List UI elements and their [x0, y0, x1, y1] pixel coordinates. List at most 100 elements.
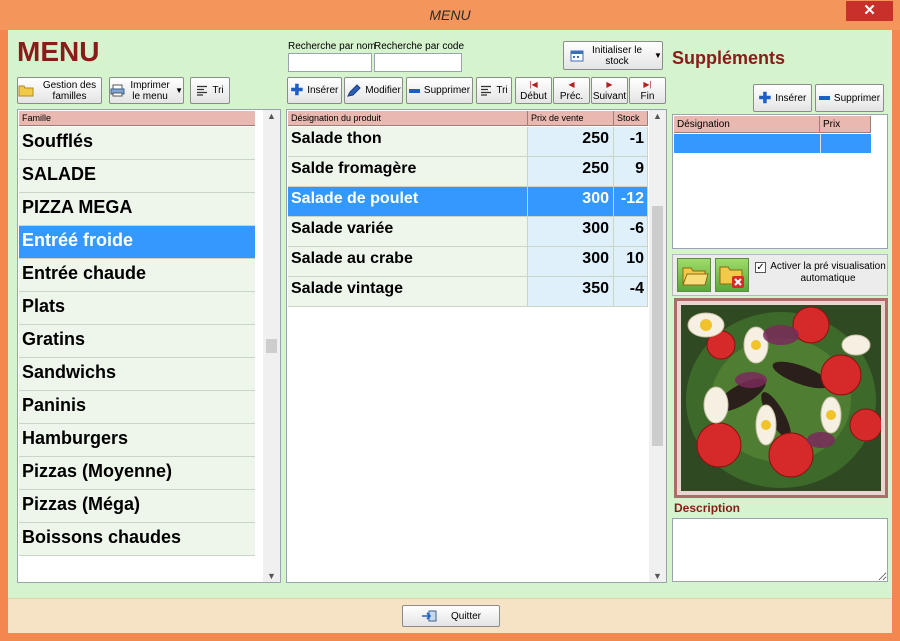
supplements-selected-row[interactable]	[674, 134, 871, 153]
init-stock-button[interactable]: Initialiser le stock ▼	[563, 41, 663, 70]
auto-preview-checkbox[interactable]: ✓	[755, 262, 766, 273]
quit-button[interactable]: Quitter	[402, 605, 500, 627]
family-item[interactable]: Gratins	[19, 325, 255, 358]
product-row[interactable]: Salade thon 250 -1	[288, 127, 648, 157]
family-item[interactable]: SALADE	[19, 160, 255, 193]
product-price-cell: 250	[528, 127, 614, 157]
product-row[interactable]: Salde fromagère 250 9	[288, 157, 648, 187]
family-item[interactable]: PIZZA MEGA	[19, 193, 255, 226]
product-grid-scrollbar[interactable]: ▲ ▼	[649, 110, 666, 582]
family-list[interactable]: Famille Soufflés SALADE PIZZA MEGA Entréé f…	[17, 109, 281, 583]
nav-prev-button[interactable]: ◀ Préc.	[553, 77, 590, 104]
family-item[interactable]: Pizzas (Méga)	[19, 490, 255, 523]
scroll-down-icon[interactable]: ▼	[263, 571, 280, 581]
family-item[interactable]: Entrée chaude	[19, 259, 255, 292]
product-grid[interactable]: Désignation du produit Prix de vente Sto…	[286, 109, 667, 583]
product-name-cell: Salade au crabe	[288, 247, 528, 277]
scroll-thumb[interactable]	[652, 206, 663, 446]
family-item[interactable]: Entréé froide	[19, 226, 255, 259]
align-left-icon	[197, 85, 208, 96]
search-by-code-input[interactable]	[374, 53, 462, 72]
salad-image	[681, 305, 883, 491]
plus-icon: ✚	[290, 82, 304, 99]
family-item[interactable]: Sandwichs	[19, 358, 255, 391]
product-name-cell: Salde fromagère	[288, 157, 528, 187]
family-item[interactable]: Plats	[19, 292, 255, 325]
supplements-grid[interactable]: Désignation Prix	[672, 114, 888, 249]
nav-last-button[interactable]: ▶| Fin	[629, 77, 666, 104]
pen-icon	[347, 84, 361, 97]
product-name-cell: Salade variée	[288, 217, 528, 247]
sort-products-button[interactable]: Tri	[476, 77, 512, 104]
insert-product-label: Insérer	[307, 85, 339, 96]
product-price-cell: 350	[528, 277, 614, 307]
nav-next-label: Suivant	[592, 91, 627, 102]
open-image-button[interactable]	[677, 258, 711, 292]
delete-supplement-button[interactable]: Supprimer	[815, 84, 884, 112]
previous-icon: ◀	[568, 80, 575, 89]
last-page-icon: ▶|	[643, 80, 652, 89]
nav-prev-label: Préc.	[559, 91, 584, 102]
product-price-cell: 300	[528, 247, 614, 277]
open-folder-icon	[682, 267, 709, 286]
scroll-up-icon[interactable]: ▲	[263, 111, 280, 121]
product-row[interactable]: Salade au crabe 300 10	[288, 247, 648, 277]
next-icon: ▶	[606, 80, 613, 89]
chevron-down-icon: ▼	[175, 86, 183, 95]
delete-folder-icon	[719, 266, 744, 288]
delete-product-button[interactable]: Supprimer	[406, 77, 473, 104]
column-header-designation: Désignation du produit	[288, 111, 528, 126]
footer-bar: Quitter	[8, 598, 892, 633]
family-item[interactable]: Soufflés	[19, 127, 255, 160]
modify-product-button[interactable]: Modifier	[344, 77, 403, 104]
column-header-stock: Stock	[614, 111, 648, 126]
family-item[interactable]: Hamburgers	[19, 424, 255, 457]
family-management-label: Gestion des familles	[42, 79, 97, 102]
window-titlebar[interactable]: MENU ✕	[0, 0, 900, 30]
product-stock-cell: -4	[614, 277, 648, 307]
insert-product-button[interactable]: ✚ Insérer	[287, 77, 342, 104]
align-left-icon	[481, 85, 492, 96]
family-item[interactable]: Pizzas (Moyenne)	[19, 457, 255, 490]
insert-supplement-button[interactable]: ✚ Insérer	[753, 84, 812, 112]
column-header-price: Prix de vente	[528, 111, 614, 126]
description-field[interactable]	[672, 518, 888, 582]
product-row[interactable]: Salade variée 300 -6	[288, 217, 648, 247]
remove-image-button[interactable]	[715, 258, 749, 292]
window-title: MENU	[429, 7, 471, 23]
print-menu-button[interactable]: Imprimer le menu ▼	[109, 77, 184, 104]
family-list-scrollbar[interactable]: ▲ ▼	[263, 110, 280, 582]
nav-first-label: Début	[520, 91, 547, 102]
scroll-down-icon[interactable]: ▼	[649, 571, 666, 581]
product-name-cell: Salade thon	[288, 127, 528, 157]
supplements-heading: Suppléments	[672, 48, 786, 68]
scroll-up-icon[interactable]: ▲	[649, 111, 666, 121]
delete-product-label: Supprimer	[423, 85, 471, 96]
sort-families-button[interactable]: Tri	[190, 77, 230, 104]
column-header-designation: Désignation	[674, 116, 820, 133]
first-page-icon: |◀	[529, 80, 538, 89]
product-stock-cell: -1	[614, 127, 648, 157]
family-management-button[interactable]: Gestion des familles	[17, 77, 102, 104]
nav-first-button[interactable]: |◀ Début	[515, 77, 552, 104]
product-row[interactable]: Salade vintage 350 -4	[288, 277, 648, 307]
search-by-name-label: Recherche par nom	[288, 41, 376, 52]
image-tool-panel: ✓ Activer la pré visualisation automatiq…	[672, 254, 888, 296]
chevron-down-icon: ▼	[654, 51, 662, 60]
product-stock-cell: 10	[614, 247, 648, 277]
calendar-icon	[570, 50, 584, 62]
search-by-code-label: Recherche par code	[374, 41, 465, 52]
product-price-cell: 300	[528, 217, 614, 247]
search-by-name-input[interactable]	[288, 53, 372, 72]
close-button[interactable]: ✕	[846, 1, 893, 21]
minus-icon	[408, 88, 420, 93]
product-row[interactable]: Salade de poulet 300 -12	[288, 187, 648, 217]
family-item[interactable]: Boissons chaudes	[19, 523, 255, 556]
family-column-header: Famille	[19, 111, 255, 126]
product-price-cell: 250	[528, 157, 614, 187]
nav-next-button[interactable]: ▶ Suivant	[591, 77, 628, 104]
scroll-thumb[interactable]	[266, 339, 277, 353]
product-stock-cell: -6	[614, 217, 648, 247]
family-item[interactable]: Paninis	[19, 391, 255, 424]
product-stock-cell: -12	[614, 187, 648, 217]
